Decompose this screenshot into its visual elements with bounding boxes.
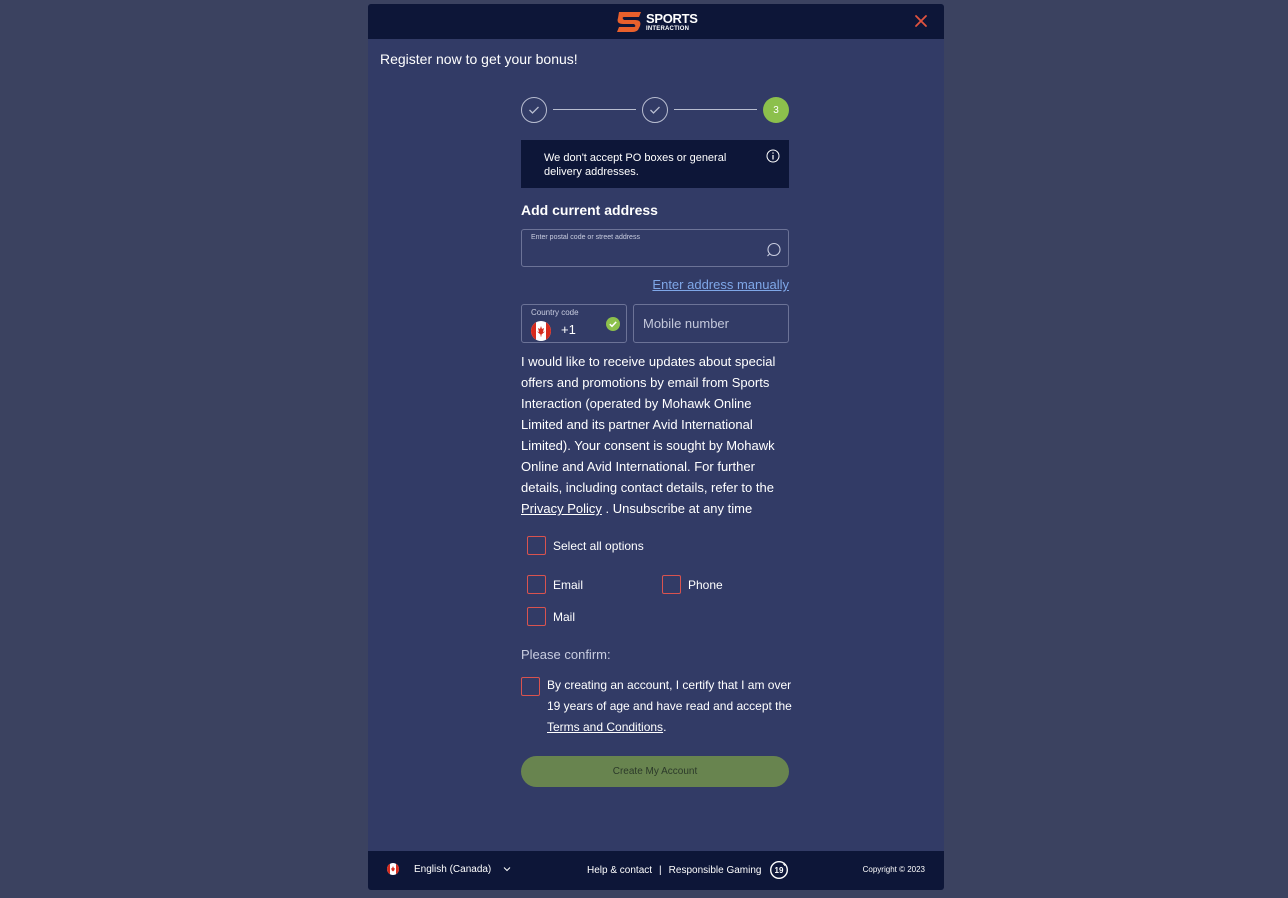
footer-separator: | — [659, 865, 662, 876]
language-label: English (Canada) — [414, 863, 492, 875]
check-icon — [529, 106, 539, 114]
age-19-plus-icon: 19 + — [769, 860, 789, 880]
mail-option[interactable]: Mail — [527, 607, 575, 626]
privacy-policy-link[interactable]: Privacy Policy — [521, 501, 602, 516]
terms-text: By creating an account, I certify that I… — [547, 675, 792, 738]
responsible-gaming-link[interactable]: Responsible Gaming — [669, 865, 762, 876]
phone-option[interactable]: Phone — [662, 575, 723, 594]
canada-flag-icon — [387, 863, 399, 875]
close-icon[interactable] — [912, 12, 930, 30]
canada-flag-icon — [531, 321, 551, 341]
modal-footer: English (Canada) Help & contact | Respon… — [368, 851, 944, 890]
search-icon[interactable] — [766, 242, 782, 258]
enter-address-manually-link[interactable]: Enter address manually — [652, 277, 789, 292]
phone-checkbox[interactable] — [662, 575, 681, 594]
email-checkbox[interactable] — [527, 575, 546, 594]
chevron-down-icon — [503, 867, 511, 872]
consent-tail: . Unsubscribe at any time — [601, 501, 753, 516]
mobile-number-input[interactable] — [634, 305, 788, 342]
country-code-select[interactable]: Country code +1 — [521, 304, 627, 343]
select-all-option[interactable]: Select all options — [527, 536, 644, 555]
consent-body: I would like to receive updates about sp… — [521, 354, 776, 495]
sports-interaction-logo: SPORTS INTERACTION — [615, 9, 698, 35]
step-1-complete — [521, 97, 547, 123]
po-box-notice: We don't accept PO boxes or general deli… — [521, 140, 789, 188]
svg-text:+: + — [783, 863, 787, 869]
logo-text-interaction: INTERACTION — [646, 26, 690, 32]
email-label: Email — [553, 577, 584, 592]
terms-checkbox[interactable] — [521, 677, 540, 696]
help-contact-link[interactable]: Help & contact — [587, 865, 652, 876]
logo-text-sports: SPORTS — [646, 11, 698, 26]
footer-links: Help & contact | Responsible Gaming — [587, 865, 761, 876]
step-2-complete — [642, 97, 668, 123]
mobile-number-field[interactable] — [633, 304, 789, 343]
check-icon — [650, 106, 660, 114]
language-select[interactable]: English (Canada) — [387, 863, 511, 875]
select-all-label: Select all options — [553, 538, 644, 553]
step-connector — [553, 109, 636, 110]
terms-body: By creating an account, I certify that I… — [547, 678, 792, 713]
valid-check-icon — [606, 317, 620, 331]
address-heading: Add current address — [521, 202, 658, 218]
terms-and-conditions-link[interactable]: Terms and Conditions — [547, 720, 663, 734]
modal-header: SPORTS INTERACTION — [368, 4, 944, 39]
country-code-label: Country code — [531, 308, 579, 317]
notice-text: We don't accept PO boxes or general deli… — [544, 152, 727, 178]
step-3-active: 3 — [763, 97, 789, 123]
phone-label: Phone — [688, 577, 723, 592]
registration-modal: SPORTS INTERACTION Register now to get y… — [368, 4, 944, 890]
terms-tail: . — [663, 720, 667, 734]
select-all-checkbox[interactable] — [527, 536, 546, 555]
page-title: Register now to get your bonus! — [380, 51, 578, 67]
logo-s-mark-icon — [617, 12, 641, 32]
address-field-label: Enter postal code or street address — [531, 234, 640, 241]
create-account-button[interactable]: Create My Account — [521, 756, 789, 787]
mail-label: Mail — [553, 609, 576, 624]
email-option[interactable]: Email — [527, 575, 583, 594]
copyright-text: Copyright © 2023 — [862, 865, 925, 874]
mail-checkbox[interactable] — [527, 607, 546, 626]
registration-stepper: 3 — [521, 97, 789, 123]
please-confirm-heading: Please confirm: — [521, 647, 611, 662]
address-field[interactable]: Enter postal code or street address — [521, 229, 789, 267]
info-icon[interactable] — [766, 149, 780, 163]
address-search-input[interactable] — [531, 245, 761, 263]
step-connector — [674, 109, 757, 110]
country-code-value: +1 — [561, 322, 576, 337]
marketing-consent-text: I would like to receive updates about sp… — [521, 351, 781, 519]
